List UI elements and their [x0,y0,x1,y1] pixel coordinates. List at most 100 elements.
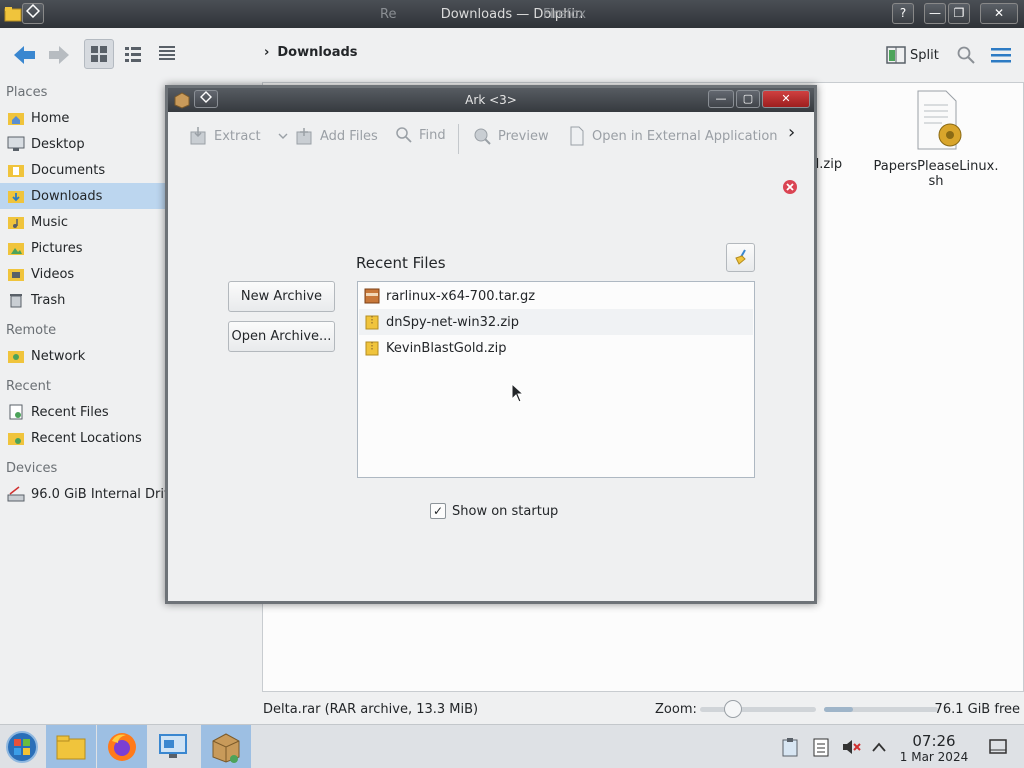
preview-button[interactable]: Preview [472,126,549,146]
recent-files-list[interactable]: rarlinux-x64-700.tar.gz dnSpy-net-win32.… [357,281,755,478]
recent-file-name: KevinBlastGold.zip [386,340,507,356]
clock-time[interactable]: 07:26 [906,732,962,750]
zoom-slider[interactable] [700,707,816,712]
volume-muted-icon [843,740,861,754]
split-label: Split [910,47,939,63]
tray-clipboard[interactable] [776,725,804,768]
place-label: Network [31,348,86,364]
shell-script-icon [917,90,962,150]
place-label: Videos [31,266,75,282]
split-button[interactable]: Split [886,42,939,68]
recent-file-name: dnSpy-net-win32.zip [386,314,520,330]
extract-label: Extract [214,128,261,144]
search-button[interactable] [954,39,978,71]
place-videos[interactable]: Videos [0,261,166,287]
show-on-startup-checkbox[interactable]: ✓ Show on startup [430,503,558,519]
zoom-slider-handle[interactable] [723,700,742,718]
place-downloads[interactable]: Downloads [0,183,166,209]
hamburger-menu-button[interactable] [988,39,1014,71]
window-title: Downloads — Dolphin [440,7,584,22]
task-firefox[interactable] [97,725,147,768]
details-view-button[interactable] [152,39,182,69]
ark-close-button[interactable]: ✕ [762,90,810,108]
ark-minimize-button[interactable]: — [708,90,734,108]
split-view-icon [886,46,906,64]
hamburger-menu-icon [991,48,1011,63]
extract-icon [190,127,206,145]
place-home[interactable]: Home [0,105,166,131]
preview-icon [474,128,491,145]
ark-maximize-button[interactable]: ▢ [736,90,760,108]
clock-date[interactable]: 1 Mar 2024 [892,750,976,764]
breadcrumb[interactable]: › Downloads [264,45,358,60]
extract-button[interactable]: Extract [188,126,289,146]
folder-icon [56,735,86,760]
place-pictures[interactable]: Pictures [0,235,166,261]
taskbar: 07:26 1 Mar 2024 [0,724,1024,768]
breadcrumb-chevron: › [264,45,270,60]
zip-archive-icon [365,315,379,330]
recent-file-item[interactable]: dnSpy-net-win32.zip [359,309,753,335]
toolbar-separator [458,124,459,154]
add-files-button[interactable]: Add Files [294,126,378,146]
task-dolphin[interactable] [46,725,96,768]
place-documents[interactable]: Documents [0,157,166,183]
mouse-cursor-icon [511,383,525,403]
find-button[interactable]: Find [395,126,446,144]
place-desktop[interactable]: Desktop [0,131,166,157]
task-system-settings[interactable] [148,725,198,768]
ark-window: Ark <3> — ▢ ✕ Extract Add Files Find Pre… [165,85,817,604]
recent-file-item[interactable]: KevinBlastGold.zip [359,335,753,361]
help-button[interactable]: ? [892,3,914,24]
broom-icon [734,249,746,265]
back-button[interactable] [8,39,42,71]
pictures-folder-icon [8,243,24,255]
place-trash[interactable]: Trash [0,287,166,313]
document-icon [570,126,584,146]
icons-view-button[interactable] [84,39,114,69]
task-ark[interactable] [201,725,251,768]
file-paperspleaselinux-sh[interactable]: PapersPleaseLinux. sh [869,89,1003,189]
place-recent-files[interactable]: Recent Files [0,399,166,425]
open-external-button[interactable]: Open in External Application [568,126,778,146]
ark-toolbar: Extract Add Files Find Preview Open in E… [168,112,814,160]
recent-file-name: rarlinux-x64-700.tar.gz [386,288,536,304]
grid-view-icon [91,46,107,62]
place-label: Recent Files [31,404,109,420]
new-archive-button[interactable]: New Archive [228,281,335,312]
close-panel-icon[interactable] [782,179,798,195]
tray-expand[interactable] [866,725,892,768]
maximize-button[interactable]: ❐ [948,3,970,24]
place-network[interactable]: Network [0,343,166,369]
close-button[interactable]: ✕ [980,3,1018,24]
breadcrumb-location[interactable]: Downloads [277,45,357,60]
toolbar-overflow-button[interactable]: › [788,122,795,143]
minimize-button[interactable]: — [924,3,946,24]
find-label: Find [419,127,446,143]
recent-files-icon [9,404,23,420]
place-music[interactable]: Music [0,209,166,235]
places-panel: Places Home Desktop Documents Downloads … [0,82,166,642]
place-label: Pictures [31,240,83,256]
chevron-right-icon: › [788,122,796,143]
tray-notes[interactable] [807,725,835,768]
clear-recent-button[interactable] [726,243,755,272]
ark-titlebar: Ark <3> — ▢ ✕ [168,88,814,112]
application-launcher[interactable] [0,725,44,768]
chevron-up-icon [872,742,886,752]
show-desktop-button[interactable] [984,725,1012,768]
checkbox-box[interactable]: ✓ [430,503,446,519]
compact-view-button[interactable] [118,39,148,69]
free-space-fill [824,707,853,712]
forward-button[interactable] [44,39,74,71]
place-internal-drive[interactable]: 96.0 GiB Internal Drive [0,481,166,507]
tray-volume[interactable] [837,725,865,768]
place-label: Desktop [31,136,85,152]
recent-file-item[interactable]: rarlinux-x64-700.tar.gz [359,283,753,309]
open-archive-button[interactable]: Open Archive... [228,321,335,352]
firefox-icon [108,733,136,761]
chevron-down-icon[interactable] [277,131,289,141]
place-recent-locations[interactable]: Recent Locations [0,425,166,451]
documents-folder-icon [8,165,24,177]
zoom-label: Zoom: [655,702,697,717]
